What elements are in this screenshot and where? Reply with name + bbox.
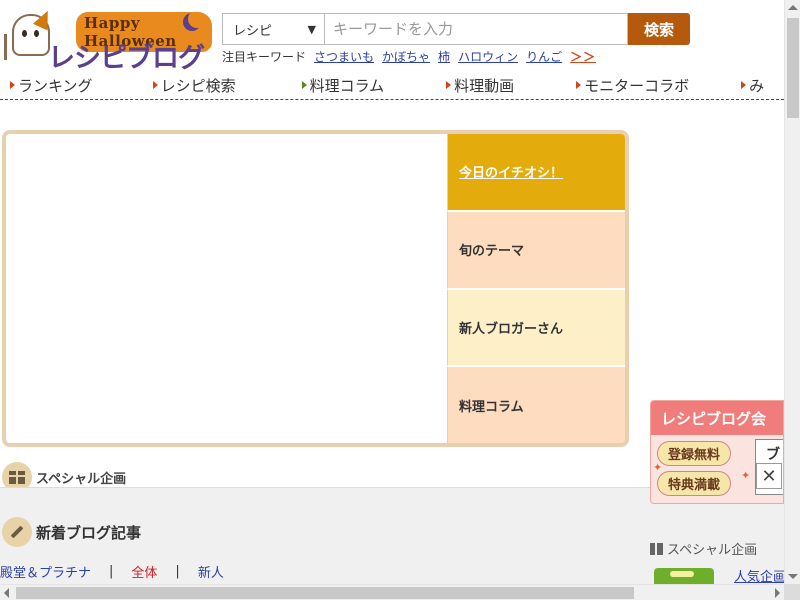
tab-new-bloggers[interactable]: 新人ブロガーさん xyxy=(447,289,625,368)
promo-close-button[interactable]: ✕ xyxy=(756,463,782,489)
nav-item-label: ランキング xyxy=(18,76,93,95)
nav-item-column[interactable]: 料理コラム xyxy=(301,72,385,98)
vertical-scrollbar[interactable] xyxy=(784,0,800,584)
search-bar: レシピ ▼ 検索 xyxy=(222,13,690,45)
scroll-up-icon[interactable] xyxy=(788,5,798,10)
tab-all[interactable]: 全体 xyxy=(131,562,157,581)
keyword-link[interactable]: さつまいも xyxy=(314,48,374,65)
nav-item-label: 料理コラム xyxy=(309,76,385,95)
sidebar-special-title: スペシャル企画 xyxy=(667,543,758,558)
keyword-link[interactable]: 柿 xyxy=(438,48,450,65)
news-section-title: 新着ブログ記事 xyxy=(36,523,142,542)
keyword-more-link[interactable]: ＞＞ xyxy=(570,48,596,65)
nav-item-recipe-search[interactable]: レシピ検索 xyxy=(152,72,236,98)
page: Happy Halloween レシピブログ レシピ ▼ 検索 注目キーワード … xyxy=(0,0,784,584)
logo-main-text: レシピブログ xyxy=(48,43,205,74)
news-section-heading: 新着ブログ記事 xyxy=(2,517,141,547)
news-tabs: 殿堂＆プラチナ | 全体 | 新人 xyxy=(0,562,224,581)
tab-seasonal-theme[interactable]: 旬のテーマ xyxy=(447,211,625,290)
tab-cooking-column[interactable]: 料理コラム xyxy=(447,367,625,443)
gift-icon xyxy=(650,542,663,555)
nav-item-label: モニターコラボ xyxy=(584,76,690,95)
nav-item-more[interactable]: み xyxy=(741,72,764,98)
sidebar-special-thumbnail[interactable] xyxy=(654,568,714,584)
pencil-icon xyxy=(2,517,32,547)
horizontal-scroll-thumb[interactable] xyxy=(16,587,634,599)
promo-title: レシピブログ会 xyxy=(651,401,783,435)
scroll-left-icon[interactable] xyxy=(4,588,9,598)
nav-arrow-icon xyxy=(10,81,15,89)
tab-today-pick[interactable]: 今日のイチオシ！ xyxy=(447,134,625,212)
search-category-value: レシピ xyxy=(233,23,273,39)
nav-arrow-icon xyxy=(741,81,747,89)
main-nav: ランキング レシピ検索 料理コラム 料理動画 モニターコラボ み xyxy=(0,72,784,100)
search-input[interactable] xyxy=(324,13,628,45)
keyword-link[interactable]: かぼちゃ xyxy=(382,48,430,65)
scrollbar-corner xyxy=(784,584,800,600)
promo-free-badge: 登録無料 xyxy=(657,441,732,466)
nav-item-label: 料理動画 xyxy=(454,76,515,95)
keyword-link[interactable]: ハロウィン xyxy=(458,48,518,65)
sidebar-special-heading: スペシャル企画 xyxy=(650,539,757,558)
separator: | xyxy=(175,564,180,579)
horizontal-scrollbar[interactable] xyxy=(0,584,784,600)
scroll-right-icon[interactable] xyxy=(775,588,780,598)
keyword-label: 注目キーワード xyxy=(222,50,307,64)
search-category-select[interactable]: レシピ ▼ xyxy=(222,13,324,45)
tab-hall-of-fame[interactable]: 殿堂＆プラチナ xyxy=(0,562,91,581)
nav-item-label: レシピ検索 xyxy=(160,76,236,95)
feature-carousel: 今日のイチオシ！ 旬のテーマ 新人ブロガーさん 料理コラム xyxy=(2,130,629,447)
trending-keywords: 注目キーワード さつまいも かぼちゃ 柿 ハロウィン りんご ＞＞ xyxy=(222,48,596,65)
nav-item-monitor[interactable]: モニターコラボ xyxy=(576,72,689,98)
feature-main-image[interactable] xyxy=(6,134,447,443)
fork-icon xyxy=(4,34,7,60)
nav-arrow-icon xyxy=(446,81,452,89)
nav-item-label: み xyxy=(749,76,765,95)
nav-arrow-icon xyxy=(301,81,307,89)
nav-item-video[interactable]: 料理動画 xyxy=(446,72,514,98)
keyword-link[interactable]: りんご xyxy=(526,48,562,65)
scroll-down-icon[interactable] xyxy=(788,574,798,579)
nav-arrow-icon xyxy=(152,81,158,89)
separator: | xyxy=(109,564,114,579)
nav-item-ranking[interactable]: ランキング xyxy=(10,72,93,98)
special-section-title: スペシャル企画 xyxy=(36,471,127,487)
sidebar-special-link[interactable]: 人気企画 xyxy=(734,566,784,584)
tab-new[interactable]: 新人 xyxy=(198,562,224,581)
vertical-scroll-thumb[interactable] xyxy=(787,18,799,118)
feature-tabs: 今日のイチオシ！ 旬のテーマ 新人ブロガーさん 料理コラム xyxy=(447,134,625,443)
search-button[interactable]: 検索 xyxy=(628,13,690,45)
site-logo[interactable]: Happy Halloween レシピブログ xyxy=(2,7,212,74)
dropdown-arrow-icon: ▼ xyxy=(307,22,316,36)
moon-icon xyxy=(188,10,206,28)
promo-benefits-badge: 特典満載 xyxy=(657,471,732,496)
sparkle-icon: ✦ xyxy=(741,469,751,482)
nav-arrow-icon xyxy=(576,81,582,89)
